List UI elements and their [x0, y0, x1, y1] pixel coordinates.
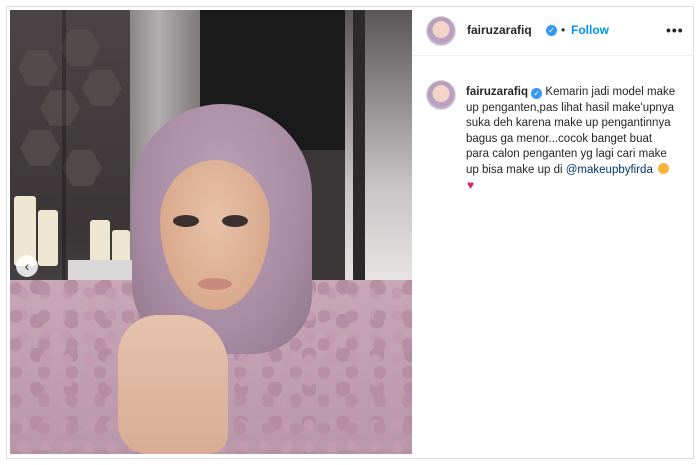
candle	[38, 210, 58, 266]
caption: fairuzarafiq ✓ Kemarin jadi model make u…	[466, 85, 678, 195]
heart-emoji-icon: ♥	[467, 178, 475, 192]
verified-badge-icon: ✓	[546, 25, 557, 36]
candle	[112, 230, 130, 264]
hand	[118, 315, 228, 454]
eye	[173, 215, 199, 227]
follow-button[interactable]: Follow	[571, 23, 609, 37]
lips	[198, 278, 232, 290]
more-options-icon[interactable]: •••	[666, 22, 684, 38]
mention-link[interactable]: @makeupbyfirda	[566, 164, 653, 176]
caption-text: Kemarin jadi model make up penganten,pas…	[466, 86, 676, 176]
candle	[90, 220, 110, 264]
post-header: fairuzarafiq ✓ • Follow •••	[412, 10, 694, 56]
verified-badge-icon: ✓	[531, 88, 543, 99]
eye	[222, 215, 248, 227]
avatar[interactable]	[426, 16, 456, 46]
carousel-prev-button[interactable]: ‹	[16, 255, 38, 277]
post-image[interactable]: ‹	[10, 10, 412, 454]
caption-avatar[interactable]	[426, 80, 456, 110]
username-link[interactable]: fairuzarafiq	[467, 23, 532, 37]
heart-eyes-emoji-icon	[658, 162, 670, 174]
separator-dot: •	[561, 23, 566, 37]
chevron-left-icon: ‹	[24, 258, 30, 274]
caption-username-link[interactable]: fairuzarafiq	[466, 86, 528, 98]
